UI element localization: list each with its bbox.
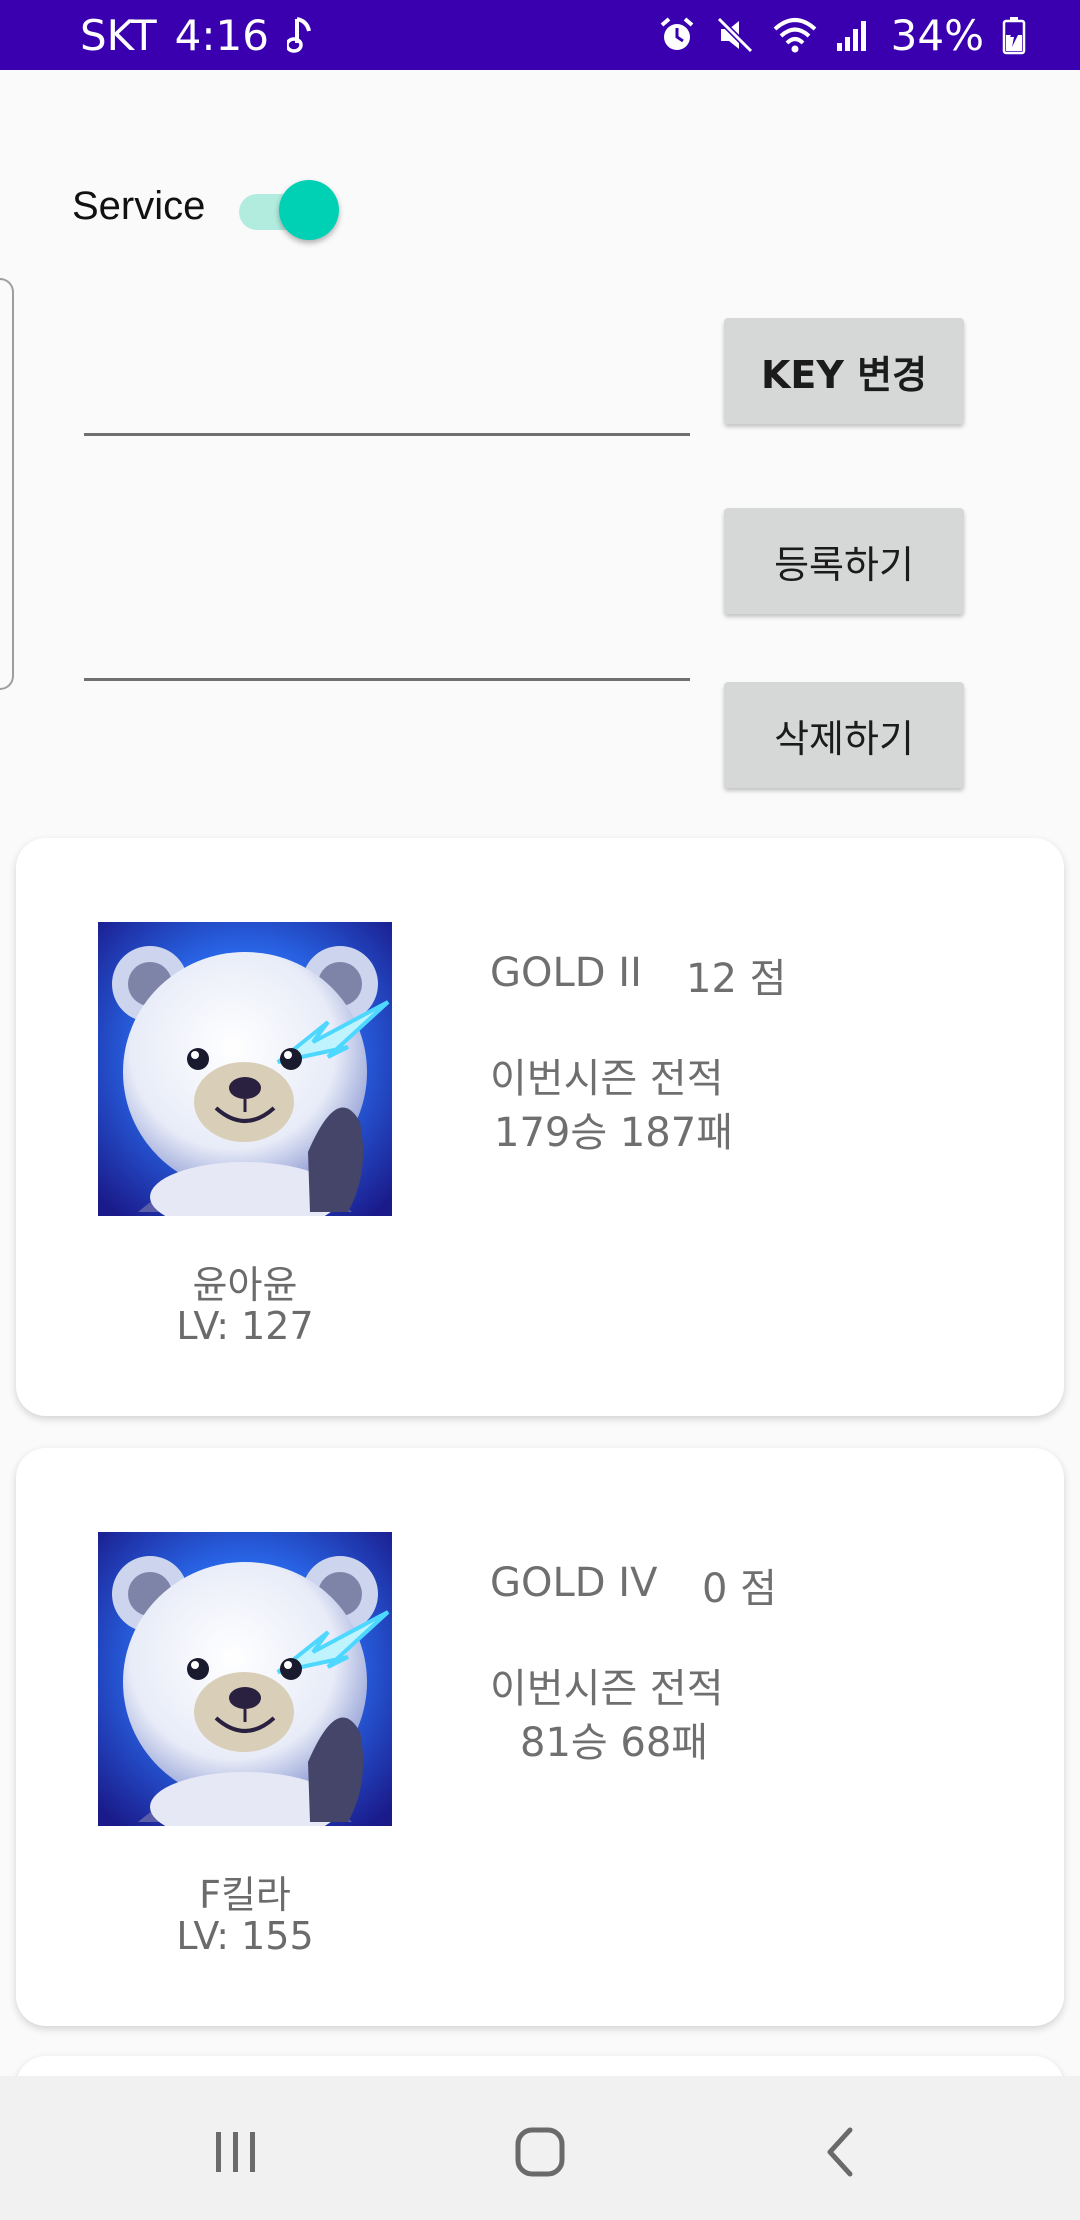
player-level: LV: 155 [176, 1914, 314, 1958]
wifi-icon [773, 15, 817, 55]
service-row: Service [72, 176, 340, 240]
service-toggle-thumb [279, 180, 340, 240]
player-name: F킬라 [199, 1873, 291, 1917]
home-icon[interactable] [500, 2112, 580, 2192]
recent-apps-icon[interactable] [196, 2112, 276, 2192]
player-level: LV: 127 [176, 1304, 314, 1348]
player-points: 12 점 [686, 956, 787, 1002]
clock: 4:16 [174, 10, 269, 60]
service-label: Service [72, 183, 206, 228]
register-button[interactable]: 등록하기 [724, 508, 964, 614]
edge-panel-handle[interactable] [0, 278, 14, 690]
navigation-bar [0, 2076, 1080, 2220]
player-name: 윤아윤 [192, 1263, 298, 1307]
season-record-label: 이번시즌 전적 [490, 1666, 724, 1712]
season-record: 179승 187패 [494, 1110, 734, 1156]
key-change-button[interactable]: KEY 변경 [724, 318, 964, 424]
carrier-label: SKT [80, 10, 157, 60]
player-tier: GOLD II [490, 950, 642, 996]
status-left: SKT 4:16 [80, 11, 313, 60]
status-right: 34% [657, 11, 1026, 60]
polar-bear-avatar-icon [98, 1532, 392, 1826]
delete-button[interactable]: 삭제하기 [724, 682, 964, 788]
mute-icon [715, 15, 755, 55]
status-bar: SKT 4:16 34% [0, 0, 1080, 70]
season-record-label: 이번시즌 전적 [490, 1056, 724, 1102]
battery-charging-icon [1002, 15, 1026, 55]
service-toggle[interactable] [239, 176, 340, 240]
key-input[interactable] [84, 366, 690, 436]
alarm-icon [657, 15, 697, 55]
music-note-icon [286, 15, 313, 55]
polar-bear-avatar-icon [98, 922, 392, 1216]
player-tier: GOLD IV [490, 1560, 658, 1606]
player-points: 0 점 [702, 1566, 777, 1612]
season-record: 81승 68패 [520, 1720, 709, 1766]
player-card[interactable]: 윤아윤 LV: 127 GOLD II 12 점 이번시즌 전적 179승 18… [16, 838, 1064, 1416]
signal-icon [835, 15, 869, 55]
register-input[interactable] [84, 611, 690, 681]
battery-percent: 34% [890, 10, 984, 60]
player-card[interactable]: F킬라 LV: 155 GOLD IV 0 점 이번시즌 전적 81승 68패 [16, 1448, 1064, 2026]
back-icon[interactable] [802, 2112, 882, 2192]
